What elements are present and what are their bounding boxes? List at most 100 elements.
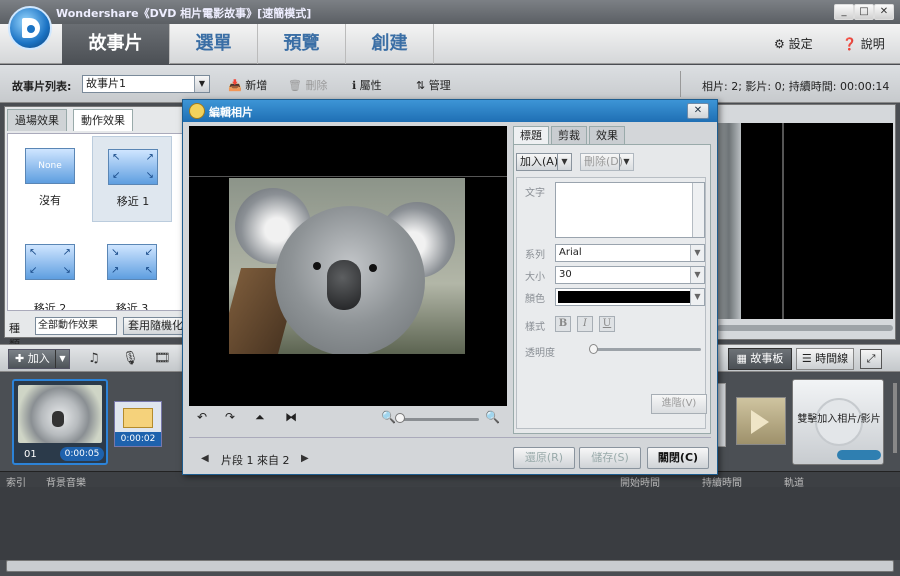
add-media-slot[interactable]: 雙擊加入相片/影片 <box>792 379 884 465</box>
zoom-out-icon[interactable]: 🔍 <box>381 410 396 424</box>
storyboard-clip[interactable]: 01 0:00:05 <box>12 379 108 465</box>
add-button[interactable]: ✚ 加入 ▼ <box>8 349 70 369</box>
help-link[interactable]: ❓ 說明 <box>842 35 885 52</box>
add-title-dropdown[interactable]: 加入(A) ▼ <box>516 153 572 171</box>
text-label: 文字 <box>525 188 545 199</box>
zoom-slider-handle[interactable] <box>395 413 405 423</box>
chevron-down-icon[interactable]: ▼ <box>55 350 69 368</box>
tab-crop[interactable]: 剪裁 <box>551 126 587 146</box>
effects-panel: 過場效果 動作效果 None 沒有 ↖ ↗ ↙ ↘ 移近 1 ↖ ↗ ↙ ↘ 移近 2 … <box>4 106 199 351</box>
new-button[interactable]: 📥 新增 <box>228 77 267 93</box>
story-stats: 相片: 2; 影片: 0; 持續時間: 00:00:14 <box>702 80 890 93</box>
restore-button[interactable]: 還原(R) <box>513 447 575 469</box>
effect-kind-select[interactable]: 全部動作效果 <box>35 317 117 335</box>
bold-button[interactable]: B <box>555 316 571 332</box>
effect-item-zoom-in-2[interactable]: ↖ ↗ ↙ ↘ 移近 2 <box>10 224 90 310</box>
chevron-down-icon[interactable]: ▼ <box>690 267 704 283</box>
app-logo-icon[interactable] <box>8 6 52 50</box>
save-button[interactable]: 儲存(S) <box>579 447 641 469</box>
horizontal-scrollbar[interactable] <box>6 560 894 572</box>
add-button-label: ✚ 加入 <box>15 352 50 365</box>
clip-duration: 0:00:05 <box>60 447 104 461</box>
next-segment-icon[interactable]: ▶ <box>301 453 309 464</box>
chevron-down-icon[interactable]: ▼ <box>619 154 633 170</box>
tab-create[interactable]: 創建 <box>346 24 434 64</box>
opacity-label: 透明度 <box>525 348 555 359</box>
storyboard-view-button[interactable]: ▦ 故事板 <box>728 348 792 370</box>
minimize-button[interactable]: _ <box>834 4 854 20</box>
flip-vertical-icon[interactable]: ⏶ <box>255 410 265 425</box>
chevron-down-icon[interactable]: ▼ <box>690 289 704 305</box>
dialog-title: 編輯相片 <box>209 106 253 119</box>
font-size-select[interactable]: 30 ▼ <box>555 266 705 284</box>
close-button[interactable]: ✕ <box>874 4 894 20</box>
story-select[interactable]: 故事片1 ▼ <box>82 75 210 93</box>
underline-button[interactable]: U <box>599 316 615 332</box>
effect-thumb: None <box>25 148 75 184</box>
storyboard-scrollbar[interactable] <box>893 383 897 453</box>
preview-scrollbar[interactable] <box>717 325 893 331</box>
chevron-down-icon[interactable]: ▼ <box>557 154 571 170</box>
preview-panel <box>712 104 896 340</box>
tab-transition-effects[interactable]: 過場效果 <box>7 109 67 131</box>
tab-story[interactable]: 故事片 <box>62 24 170 64</box>
effect-label: 移近 1 <box>116 195 150 208</box>
title-properties: 文字 系列 Arial ▼ 大小 30 ▼ 顏色 ▼ 樣式 B I U 透明度 … <box>516 177 707 429</box>
chevron-down-icon[interactable]: ▼ <box>690 245 704 261</box>
storyboard-clip[interactable]: 0:00:02 <box>114 401 162 447</box>
effect-item-zoom-in-3[interactable]: ↘ ↙ ↗ ↖ 移近 3 <box>92 224 172 310</box>
title-tab-body: 加入(A) ▼ 刪除(D) ▼ 文字 系列 Arial ▼ 大小 30 ▼ 顏色… <box>513 144 711 434</box>
effect-thumb: ↖ ↗ ↙ ↘ <box>108 149 158 185</box>
tab-preview[interactable]: 預覽 <box>258 24 346 64</box>
chevron-down-icon[interactable]: ▼ <box>194 76 209 92</box>
microphone-icon[interactable]: 🎙 <box>122 351 139 366</box>
add-media-label: 雙擊加入相片/影片 <box>797 414 881 425</box>
storyboard-transition[interactable] <box>736 397 786 445</box>
properties-button[interactable]: ℹ 屬性 <box>352 77 382 93</box>
delete-title-dropdown[interactable]: 刪除(D) ▼ <box>580 153 634 171</box>
title-text-input[interactable] <box>555 182 705 238</box>
flip-horizontal-icon[interactable]: ⧓ <box>285 410 297 424</box>
effect-item-none[interactable]: None 沒有 <box>10 136 90 222</box>
rotate-left-icon[interactable]: ↶ <box>197 410 207 424</box>
effect-thumb: ↖ ↗ ↙ ↘ <box>25 244 75 280</box>
advanced-button[interactable]: 進階(V) <box>651 394 707 414</box>
segment-label: 片段 1 來自 2 <box>221 454 290 467</box>
music-list[interactable] <box>0 487 900 560</box>
tab-menu[interactable]: 選單 <box>170 24 258 64</box>
music-icon[interactable]: ♫ <box>88 351 100 366</box>
zoom-slider[interactable] <box>401 418 479 421</box>
add-title-label: 加入(A) <box>520 155 559 168</box>
film-icon[interactable]: 🎞 <box>154 351 171 366</box>
opacity-slider[interactable] <box>593 348 701 351</box>
expand-icon[interactable]: ⤢ <box>860 349 882 369</box>
zoom-in-icon[interactable]: 🔍 <box>485 410 500 424</box>
font-family-value: Arial <box>559 247 582 258</box>
manage-button[interactable]: ⇅ 管理 <box>416 77 451 93</box>
italic-button[interactable]: I <box>577 316 593 332</box>
font-color-label: 顏色 <box>525 294 545 305</box>
previous-segment-icon[interactable]: ◀ <box>201 453 209 464</box>
story-list-label: 故事片列表: <box>12 80 72 93</box>
font-color-select[interactable]: ▼ <box>555 288 705 306</box>
tab-effect[interactable]: 效果 <box>589 126 625 146</box>
photo-edit-icon <box>189 103 205 119</box>
rotate-right-icon[interactable]: ↷ <box>225 410 235 424</box>
opacity-slider-handle[interactable] <box>589 344 598 354</box>
font-family-select[interactable]: Arial ▼ <box>555 244 705 262</box>
effect-item-zoom-in-1[interactable]: ↖ ↗ ↙ ↘ 移近 1 <box>92 136 172 222</box>
tab-title[interactable]: 標題 <box>513 126 549 146</box>
close-dialog-button[interactable]: 關閉(C) <box>647 447 709 469</box>
divider <box>189 437 711 438</box>
maximize-button[interactable]: □ <box>854 4 874 20</box>
dialog-close-button[interactable]: ✕ <box>687 103 709 119</box>
text-scrollbar[interactable] <box>692 183 704 237</box>
font-style-label: 樣式 <box>525 322 545 333</box>
clip-index: 01 <box>24 449 37 460</box>
settings-link[interactable]: ⚙ 設定 <box>774 35 813 52</box>
tab-motion-effects[interactable]: 動作效果 <box>73 109 133 131</box>
delete-button[interactable]: 🗑 刪除 <box>288 77 327 93</box>
envelope-icon <box>123 408 153 428</box>
timeline-view-button[interactable]: ☰ 時間線 <box>796 348 854 370</box>
font-size-value: 30 <box>559 269 572 280</box>
